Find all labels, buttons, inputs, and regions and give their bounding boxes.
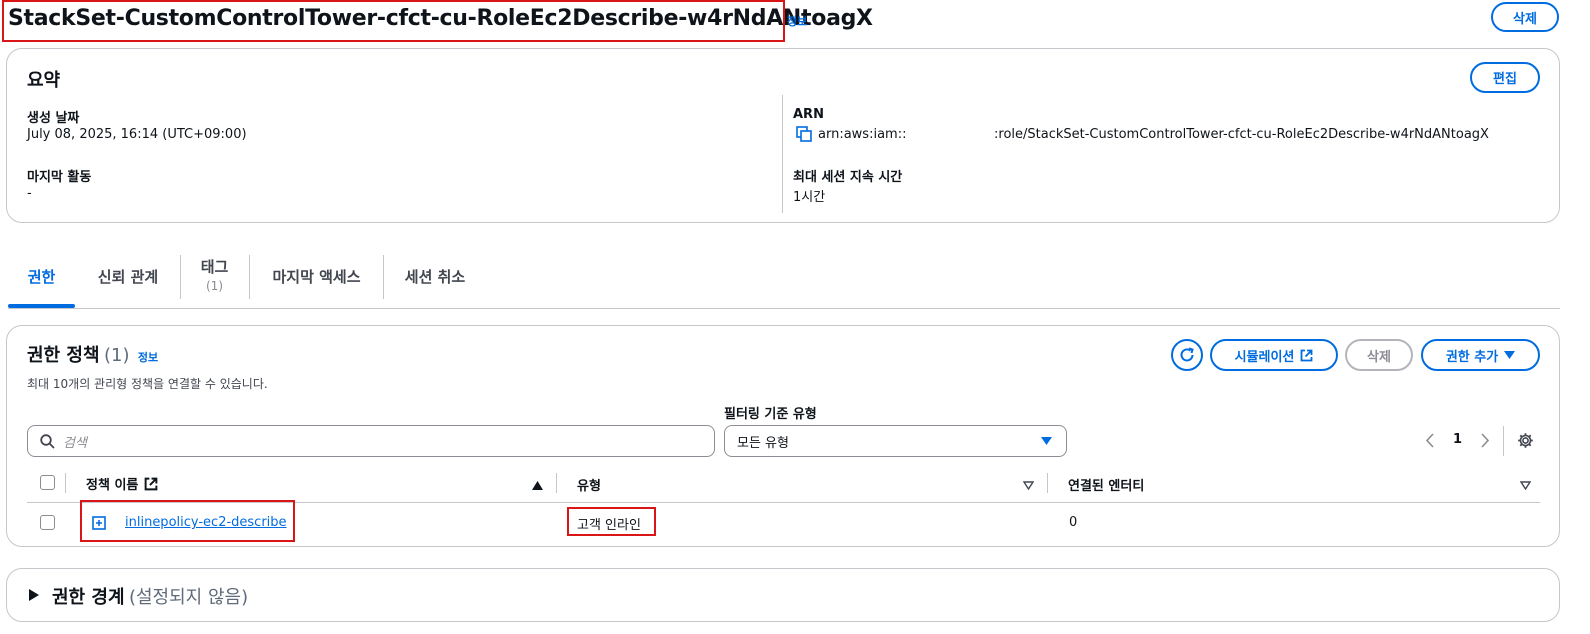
- caret-down-icon: [1504, 351, 1516, 359]
- tab-tags[interactable]: 태그 (1): [180, 256, 249, 293]
- delete-policy-button[interactable]: 삭제: [1345, 339, 1413, 371]
- arn-label: ARN: [793, 107, 824, 122]
- summary-card: 요약 편집 생성 날짜 July 08, 2025, 16:14 (UTC+09…: [6, 48, 1560, 223]
- tab-revoke-label: 세션 취소: [404, 268, 466, 286]
- policies-header: 권한 정책 (1) 정보: [27, 341, 158, 367]
- filter-label: 필터링 기준 유형: [724, 407, 817, 422]
- boundary-title: 권한 경계: [52, 587, 125, 608]
- policies-info-link[interactable]: 정보: [138, 351, 158, 364]
- row-checkbox[interactable]: [40, 515, 55, 530]
- expand-caret-icon[interactable]: [29, 589, 39, 605]
- simulation-label: 시뮬레이션: [1234, 349, 1295, 365]
- column-header-entities[interactable]: 연결된 엔터티: [1068, 475, 1144, 494]
- column-divider: [65, 473, 66, 493]
- add-permissions-button[interactable]: 권한 추가: [1421, 339, 1540, 371]
- boundary-status: (설정되지 않음): [128, 587, 249, 608]
- caret-down-icon: [1041, 437, 1052, 445]
- tab-last-accessed[interactable]: 마지막 액세스: [250, 266, 383, 287]
- column-divider: [556, 473, 557, 493]
- last-activity-label: 마지막 활동: [27, 170, 92, 185]
- max-session-value: 1시간: [793, 190, 826, 205]
- sort-ascending-icon[interactable]: [532, 478, 543, 494]
- search-icon: [40, 433, 55, 449]
- title-highlight-box: [2, 0, 785, 42]
- tab-permissions[interactable]: 권한: [8, 266, 75, 287]
- tabs-underline: [8, 308, 1560, 309]
- tab-last-accessed-label: 마지막 액세스: [272, 268, 361, 286]
- delete-policy-label: 삭제: [1367, 349, 1391, 365]
- sort-icon[interactable]: [1022, 478, 1035, 494]
- edit-button[interactable]: 편집: [1470, 62, 1540, 93]
- copy-icon[interactable]: [796, 126, 812, 142]
- tab-revoke-sessions[interactable]: 세션 취소: [384, 266, 486, 287]
- filter-type-select[interactable]: 모든 유형: [724, 425, 1067, 457]
- search-input[interactable]: 검색: [27, 425, 715, 457]
- summary-divider: [782, 95, 783, 213]
- policy-name-highlight-box: [80, 500, 295, 542]
- summary-title: 요약: [27, 70, 61, 91]
- gear-icon[interactable]: [1517, 432, 1534, 453]
- tab-trust-relationships[interactable]: 신뢰 관계: [76, 266, 180, 287]
- policies-subtitle: 최대 10개의 관리형 정책을 연결할 수 있습니다.: [27, 377, 268, 391]
- max-session-label: 최대 세션 지속 시간: [793, 170, 903, 185]
- refresh-button[interactable]: [1171, 339, 1203, 371]
- search-placeholder: 검색: [63, 435, 87, 451]
- filter-type-value: 모든 유형: [737, 435, 789, 451]
- next-page-icon[interactable]: [1480, 433, 1490, 452]
- column-header-name[interactable]: 정책 이름: [86, 474, 158, 493]
- tab-tags-count: (1): [206, 279, 223, 293]
- external-link-icon: [145, 477, 158, 490]
- created-label: 생성 날짜: [27, 111, 80, 126]
- title-info-link[interactable]: 정보: [787, 13, 807, 29]
- created-value: July 08, 2025, 16:14 (UTC+09:00): [27, 127, 247, 142]
- tab-tags-label: 태그: [200, 258, 229, 276]
- add-permissions-label: 권한 추가: [1445, 349, 1499, 365]
- tab-trust-label: 신뢰 관계: [97, 268, 159, 286]
- edit-label: 편집: [1493, 72, 1517, 87]
- tab-permissions-label: 권한: [27, 268, 56, 286]
- prev-page-icon[interactable]: [1425, 433, 1435, 452]
- policies-title: 권한 정책: [27, 345, 100, 366]
- page-number[interactable]: 1: [1453, 432, 1462, 447]
- boundary-header: 권한 경계 (설정되지 않음): [52, 583, 248, 609]
- sort-icon[interactable]: [1519, 478, 1532, 494]
- column-name-label: 정책 이름: [86, 478, 139, 493]
- refresh-icon: [1180, 347, 1194, 362]
- delete-role-label: 삭제: [1513, 11, 1537, 27]
- permissions-boundary-card[interactable]: 권한 경계 (설정되지 않음): [6, 568, 1560, 622]
- pagination-divider: [1503, 426, 1504, 456]
- column-header-type[interactable]: 유형: [577, 475, 601, 494]
- column-divider: [1047, 473, 1048, 493]
- arn-prefix: arn:aws:iam::: [818, 127, 907, 142]
- arn-suffix: :role/StackSet-CustomControlTower-cfct-c…: [994, 127, 1489, 142]
- last-activity-value: -: [27, 186, 32, 201]
- external-link-icon: [1301, 349, 1313, 361]
- policy-type-highlight-box: [567, 507, 656, 536]
- policies-count: (1): [103, 345, 130, 366]
- simulation-button[interactable]: 시뮬레이션: [1210, 339, 1338, 371]
- delete-role-button[interactable]: 삭제: [1491, 2, 1559, 32]
- attached-entities-count: 0: [1069, 515, 1078, 530]
- select-all-checkbox[interactable]: [40, 475, 55, 490]
